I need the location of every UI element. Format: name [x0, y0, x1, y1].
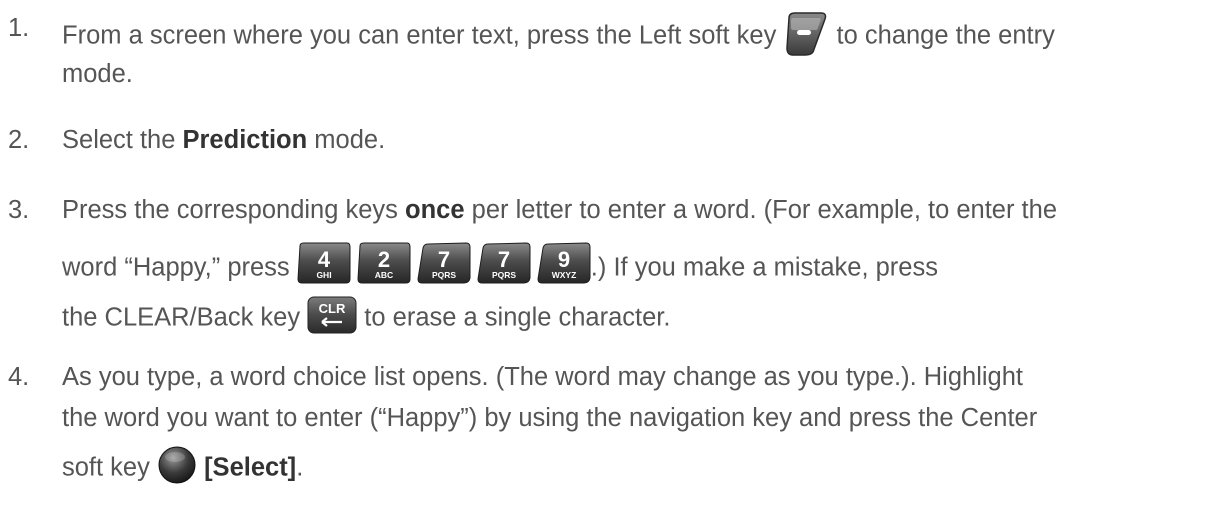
key-digit: 2: [378, 247, 390, 272]
step-text: Press the corresponding keys: [62, 196, 398, 224]
key-letters: GHI: [316, 270, 331, 280]
step-text: word “Happy,” press: [62, 253, 290, 282]
step-text: .) If you make a mistake, press: [590, 253, 938, 282]
key-letters: ABC: [375, 270, 393, 280]
key-9-wxyz-icon: 9 WXYZ: [537, 242, 591, 284]
step-4-line-2: the word you want to enter (“Happy”) by …: [62, 404, 1038, 432]
key-7-pqrs-icon: 7 PQRS: [477, 242, 531, 284]
key-digit: 7: [498, 247, 510, 272]
step-text: the CLEAR/Back key: [62, 303, 301, 332]
key-2-abc-icon: 2 ABC: [357, 242, 411, 284]
step-3-line-2: word “Happy,” press 4 GHI 2 ABC 7 PQRS 7 PQRS 9 W…: [62, 242, 938, 290]
step-text: to change the entry: [836, 21, 1055, 50]
key-4-ghi-icon: 4 GHI: [297, 242, 351, 284]
key-digit: 9: [558, 247, 570, 272]
key-letters: WXYZ: [552, 270, 577, 280]
clear-key-label: CLR: [319, 301, 346, 316]
clear-back-key-icon: CLR: [307, 296, 357, 334]
step-text: .: [296, 453, 304, 482]
left-soft-key-icon: [783, 10, 829, 56]
step-text: From a screen where you can enter text, …: [62, 21, 777, 50]
key-letters: PQRS: [492, 270, 516, 280]
step-number: 1.: [8, 14, 30, 42]
key-sequence: 4 GHI 2 ABC 7 PQRS 7 PQRS 9 WXYZ: [297, 242, 591, 284]
step-text: soft key: [62, 453, 150, 482]
step-3-line-1: Press the corresponding keys once per le…: [62, 196, 1057, 225]
select-emphasis: [Select]: [204, 453, 297, 482]
step-number: 4.: [8, 363, 30, 391]
step-4-line-1: As you type, a word choice list opens. (…: [62, 363, 1023, 391]
step-text: to erase a single character.: [364, 303, 671, 332]
key-letters: PQRS: [432, 270, 456, 280]
step-number: 3.: [8, 196, 30, 224]
step-3-line-3: the CLEAR/Back key CLR to erase a single…: [62, 296, 671, 338]
step-number: 2.: [8, 126, 30, 154]
step-text: mode.: [314, 126, 386, 154]
step-2-line-1: Select the Prediction mode.: [62, 126, 385, 155]
key-digit: 4: [318, 247, 331, 272]
once-emphasis: once: [405, 196, 465, 224]
step-1-line-1: From a screen where you can enter text, …: [62, 12, 1055, 60]
step-text: Select the: [62, 126, 176, 154]
center-soft-key-icon: [157, 445, 197, 485]
step-4-line-3: soft key [Select].: [62, 446, 304, 489]
step-1-line-2: mode.: [62, 60, 133, 88]
prediction-emphasis: Prediction: [182, 126, 308, 154]
key-7-pqrs-icon: 7 PQRS: [417, 242, 471, 284]
key-digit: 7: [438, 247, 450, 272]
step-text: per letter to enter a word. (For example…: [471, 196, 1058, 224]
